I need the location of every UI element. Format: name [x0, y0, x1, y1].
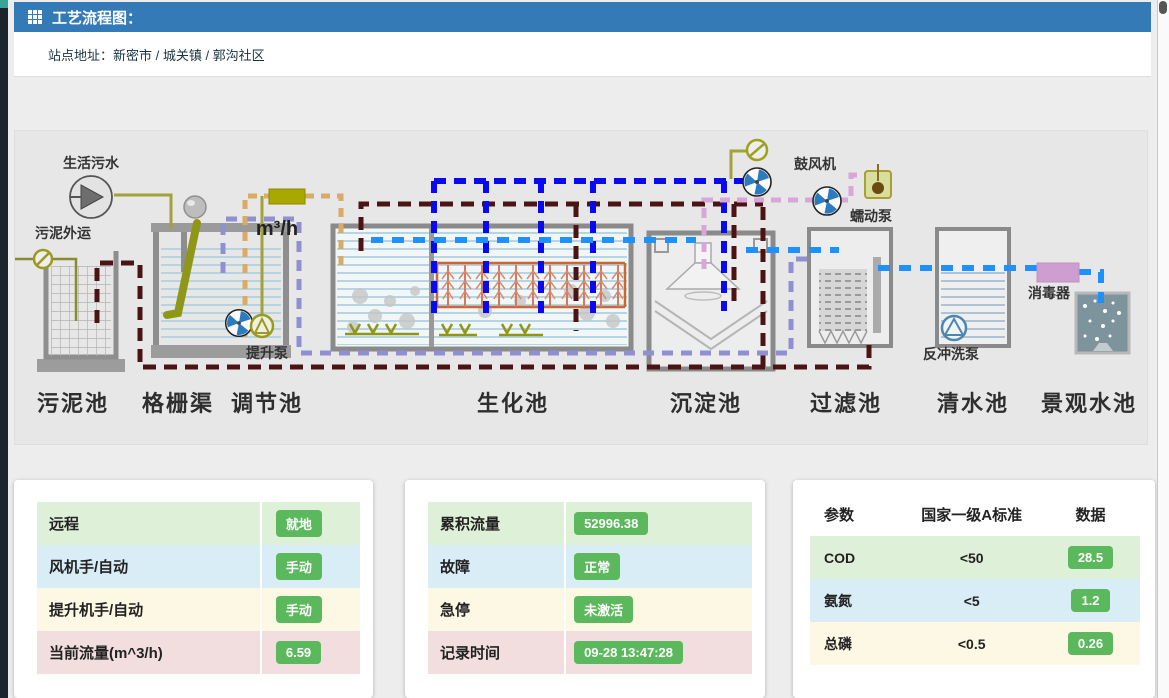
row-label: 累积流量 [428, 502, 564, 545]
backwash-pump-label: 反冲洗泵 [923, 346, 979, 362]
row-label: 当前流量(m^3/h) [37, 631, 260, 674]
scrollbar-thumb[interactable] [1159, 1, 1167, 14]
table-row: 总磷 <0.5 0.26 [810, 622, 1140, 665]
column-header: 数据 [1041, 504, 1140, 525]
tank-label-cleanwater: 清水池 [937, 391, 1009, 416]
peristaltic-pump-label: 蠕动泵 [850, 208, 892, 224]
tank-biochemical [333, 226, 631, 349]
tank-label-sludge: 污泥池 [37, 391, 109, 416]
tank-label-landscape: 景观水池 [1041, 391, 1137, 416]
status-badge: 未激活 [574, 596, 633, 623]
inflow-pump-icon [70, 176, 112, 218]
param-standard: <50 [902, 550, 1041, 566]
status-badge: 正常 [574, 553, 620, 580]
flow-diagram-panel: 生活污水 污泥外运 m³/h 提升泵 鼓风机 蠕动泵 反冲洗泵 消毒器 污泥池 … [14, 130, 1148, 445]
air-valve-icon [747, 140, 767, 160]
column-header: 参数 [810, 504, 902, 525]
peristaltic-pump-icon [810, 187, 841, 218]
flow-indicator-icon [251, 315, 273, 337]
lift-pump-label: 提升泵 [246, 345, 288, 361]
status-badge: 手动 [276, 553, 322, 580]
blower-label: 鼓风机 [794, 156, 836, 172]
row-label: 远程 [37, 502, 260, 545]
table-row: COD <50 28.5 [810, 536, 1140, 579]
status-badge: 0.26 [1068, 632, 1113, 655]
column-header: 国家一级A标准 [902, 504, 1041, 525]
sidebar-strip-accent [0, 0, 8, 8]
sludge-out-label: 污泥外运 [35, 225, 91, 241]
disinfector-label: 消毒器 [1028, 285, 1071, 301]
row-label: 提升机手/自动 [37, 588, 260, 631]
row-label: 记录时间 [428, 631, 564, 674]
status-badge: 09-28 13:47:28 [574, 641, 683, 664]
status-badge: 就地 [276, 510, 322, 537]
scrollbar-track[interactable] [1157, 0, 1169, 698]
status-badge: 1.2 [1071, 589, 1109, 612]
breadcrumb: 站点地址：新密市 / 城关镇 / 郭沟社区 [48, 45, 1151, 64]
table-row: 提升机手/自动 手动 [37, 588, 360, 631]
table-row: 急停 未激活 [428, 588, 752, 631]
grid-icon [28, 10, 42, 24]
table-row: 当前流量(m^3/h) 6.59 [37, 631, 360, 674]
row-label: 急停 [428, 588, 564, 631]
flow-meter [269, 189, 305, 204]
blower-icon [740, 168, 771, 199]
status-badge: 手动 [276, 596, 322, 623]
row-label: 故障 [428, 545, 564, 588]
page-header: 工艺流程图： [14, 2, 1151, 32]
inflow-label: 生活污水 [63, 155, 120, 171]
status-badge: 52996.38 [574, 512, 648, 535]
tank-label-regulation: 调节池 [231, 391, 303, 416]
flow-unit-label: m³/h [256, 218, 298, 240]
status-badge: 28.5 [1068, 546, 1113, 569]
tank-filter [809, 229, 891, 346]
table-row: 累积流量 52996.38 [428, 502, 752, 545]
tank-sludge [37, 251, 125, 372]
backwash-pump-icon [942, 316, 966, 340]
param-name: COD [810, 550, 902, 566]
flow-diagram: 生活污水 污泥外运 m³/h 提升泵 鼓风机 蠕动泵 反冲洗泵 消毒器 污泥池 … [15, 131, 1147, 444]
page-title: 工艺流程图： [52, 7, 142, 28]
table-row: 记录时间 09-28 13:47:28 [428, 631, 752, 674]
table-row: 风机手/自动 手动 [37, 545, 360, 588]
quality-panel-card: 参数 国家一级A标准 数据 COD <50 28.5 氨氮 <5 1.2 总磷 … [793, 480, 1155, 698]
diffuser-rails [345, 334, 543, 335]
control-panel-card: 远程 就地 风机手/自动 手动 提升机手/自动 手动 当前流量(m^3/h) 6… [14, 480, 373, 698]
param-name: 总磷 [810, 634, 902, 654]
param-standard: <5 [902, 593, 1041, 609]
status-panel-card: 累积流量 52996.38 故障 正常 急停 未激活 记录时间 09-28 13… [405, 480, 765, 698]
sidebar-strip [0, 0, 8, 698]
table-row: 远程 就地 [37, 502, 360, 545]
disinfector-box [1037, 263, 1079, 282]
param-name: 氨氮 [810, 591, 902, 611]
tank-sedimentation [649, 233, 773, 369]
tank-label-filter: 过滤池 [810, 391, 882, 416]
param-standard: <0.5 [902, 636, 1041, 652]
sludge-valve-icon [34, 250, 52, 268]
row-label: 风机手/自动 [37, 545, 260, 588]
dosing-container-icon [865, 164, 891, 198]
breadcrumb-bar: 站点地址：新密市 / 城关镇 / 郭沟社区 [14, 32, 1151, 77]
tank-label-biochemical: 生化池 [477, 391, 549, 416]
table-row: 氨氮 <5 1.2 [810, 579, 1140, 622]
tank-label-grid: 格栅渠 [142, 391, 214, 416]
table-row: 故障 正常 [428, 545, 752, 588]
status-badge: 6.59 [276, 641, 321, 664]
tank-label-sedimentation: 沉淀池 [670, 391, 742, 416]
quality-header-row: 参数 国家一级A标准 数据 [810, 492, 1140, 536]
